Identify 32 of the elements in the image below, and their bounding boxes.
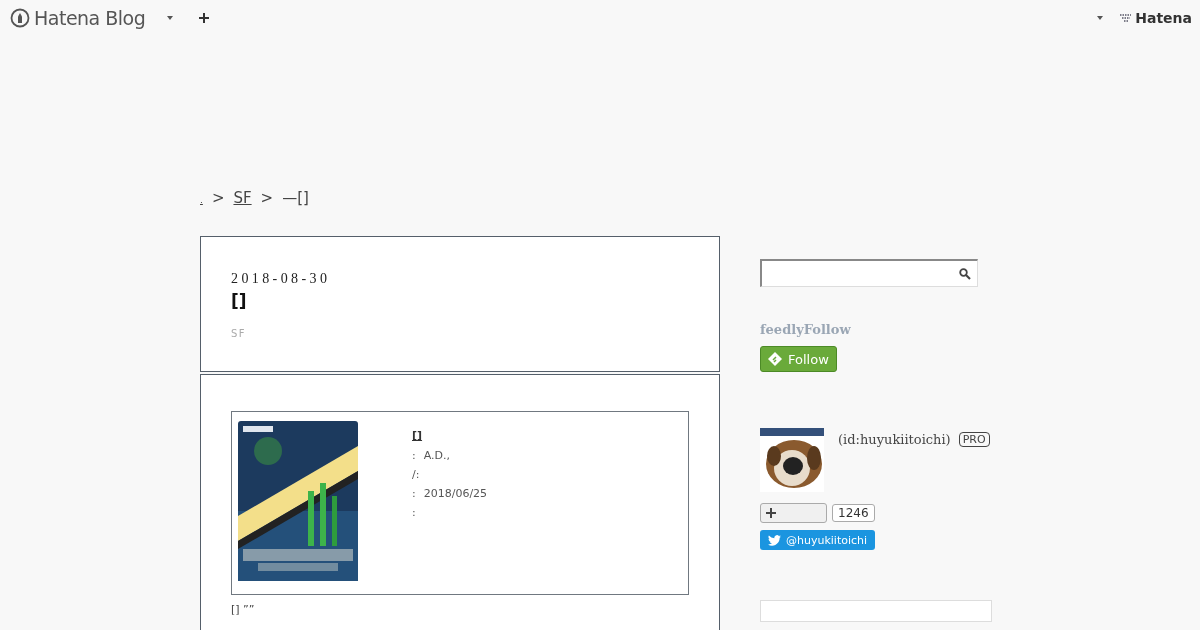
detail-label: :	[412, 487, 416, 500]
breadcrumb-current: —[]	[282, 189, 309, 207]
breadcrumb-link[interactable]: SF	[233, 189, 252, 207]
detail-value: 2018/06/25	[423, 487, 488, 500]
plus-icon	[766, 508, 776, 518]
caret-icon[interactable]	[167, 16, 174, 20]
entry-date[interactable]: 2018-08-30	[231, 271, 689, 287]
detail-label: :	[412, 506, 416, 519]
entry-title[interactable]: []	[231, 291, 689, 311]
feedly-icon	[768, 352, 782, 366]
blog-logo[interactable]: Hatena Blog	[34, 7, 146, 29]
product-title-link[interactable]: []	[412, 429, 437, 442]
caret-icon[interactable]	[1097, 16, 1104, 20]
plus-icon[interactable]	[199, 13, 210, 23]
feedly-heading: feedlyFollow	[760, 322, 852, 337]
entry-text: [] ””	[231, 603, 256, 616]
detail-value: A.D.,	[423, 449, 450, 462]
detail-label: /:	[412, 468, 420, 481]
hatena-logo[interactable]: Hatena	[1135, 10, 1192, 26]
dots-icon[interactable]	[1119, 13, 1133, 23]
detail-label: :	[412, 449, 416, 462]
search-field[interactable]	[760, 259, 978, 287]
breadcrumb-separator: >	[211, 189, 225, 207]
breadcrumb-link[interactable]: .	[200, 195, 203, 205]
hatena-blog-logo-icon[interactable]	[10, 8, 30, 28]
search-icon[interactable]	[959, 267, 971, 280]
bird-icon	[768, 534, 781, 546]
bookmark-button[interactable]	[760, 503, 827, 523]
bookmark-count[interactable]: 1246	[832, 504, 875, 522]
breadcrumb-separator: >	[260, 189, 274, 207]
pro-badge: PRO	[958, 432, 990, 447]
user-id[interactable]: (id:huyukiitoichi)	[838, 432, 951, 447]
